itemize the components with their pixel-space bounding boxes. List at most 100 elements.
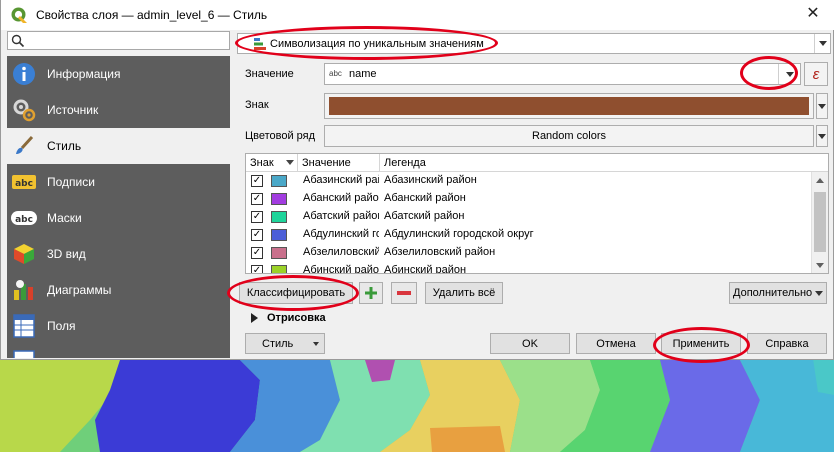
labels-badge-text: abc [15,179,33,189]
column-header-legend[interactable]: Легенда [380,154,812,172]
category-checkbox[interactable]: ✓ [251,211,263,223]
column-header-value[interactable]: Значение [298,154,380,172]
apply-button[interactable]: Применить [661,333,741,354]
scroll-up-icon[interactable] [816,178,824,183]
source-icon [11,97,37,123]
scroll-down-icon[interactable] [816,263,824,268]
category-value: Абанский район [303,192,379,204]
color-ramp-value: Random colors [532,130,606,142]
category-symbol-swatch[interactable] [271,175,287,187]
color-ramp-menu-button[interactable] [816,125,828,147]
plus-icon [365,287,377,299]
window-title: Свойства слоя — admin_level_6 — Стиль [36,8,268,22]
add-category-button[interactable] [359,282,383,304]
chevron-down-icon[interactable] [778,64,800,84]
sidebar-item-label: Информация [47,67,121,81]
category-checkbox[interactable]: ✓ [251,265,263,273]
sidebar-item-labels[interactable]: abc Подписи [7,164,230,200]
paintbrush-icon [11,133,37,159]
category-legend: Абазинский район [384,174,477,186]
close-icon[interactable]: ✕ [805,6,821,22]
color-ramp-button[interactable]: Random colors [324,125,814,147]
scrollbar-thumb[interactable] [814,192,826,252]
category-symbol-swatch[interactable] [271,229,287,241]
cancel-button[interactable]: Отмена [576,333,656,354]
categories-table: Знак Значение Легенда ✓ Абазинский район А… [245,153,829,274]
expression-button[interactable]: ε [804,62,828,86]
category-legend: Абдулинский городской округ [384,228,534,240]
table-row[interactable]: ✓ Абанский район Абанский район [246,190,812,208]
table-row[interactable]: ✓ Абатский район Абатский район [246,208,812,226]
search-input[interactable] [7,31,230,50]
remove-category-button[interactable] [391,282,417,304]
sidebar-item-label: Стиль [47,139,82,153]
value-label: Значение [245,68,294,80]
category-checkbox[interactable]: ✓ [251,175,263,187]
sidebar-item-label: Маски [47,211,82,225]
advanced-button[interactable]: Дополнительно [729,282,827,304]
ok-button[interactable]: OK [490,333,570,354]
sidebar-item-more[interactable] [7,344,230,358]
masks-badge-text: abc [15,215,33,225]
string-type-icon: abc [329,69,342,78]
category-legend: Абанский район [384,192,466,204]
symbol-label: Знак [245,99,269,111]
category-symbol-swatch[interactable] [271,265,287,273]
category-checkbox[interactable]: ✓ [251,247,263,259]
symbol-button[interactable] [324,93,814,119]
categorized-renderer-icon [254,38,266,50]
value-field-select[interactable]: abc name [324,63,801,85]
category-checkbox[interactable]: ✓ [251,193,263,205]
category-symbol-swatch[interactable] [271,247,287,259]
chevron-down-icon [818,103,826,109]
classify-button[interactable]: Классифицировать [239,282,353,304]
rendering-section-toggle[interactable]: Отрисовка [251,312,326,324]
qgis-logo-icon [11,7,27,23]
category-legend: Абинский район [384,264,467,274]
layer-properties-dialog: Свойства слоя — admin_level_6 — Стиль ✕ … [0,0,834,360]
symbol-menu-button[interactable] [816,93,828,119]
chevron-down-icon[interactable] [814,34,830,53]
help-button[interactable]: Справка [747,333,827,354]
category-checkbox[interactable]: ✓ [251,229,263,241]
color-ramp-label: Цветовой ряд [245,130,316,142]
table-row[interactable]: ✓ Абинский район Абинский район [246,262,812,274]
style-menu-button[interactable]: Стиль [245,333,325,354]
sidebar-item-masks[interactable]: abc Маски [7,200,230,236]
sidebar-item-label: Подписи [47,175,95,189]
sort-indicator-icon [286,160,294,165]
advanced-label: Дополнительно [733,287,813,299]
category-value: Абзелиловский район [303,246,379,258]
minus-icon [397,291,411,295]
sidebar-item-diagrams[interactable]: Диаграммы [7,272,230,308]
table-header: Знак Значение Легенда [246,154,828,172]
category-legend: Абзелиловский район [384,246,496,258]
delete-all-button[interactable]: Удалить всё [425,282,503,304]
sidebar-item-fields[interactable]: Поля [7,308,230,344]
sidebar-item-information[interactable]: Информация [7,56,230,92]
renderer-value: Символизация по уникальным значениям [270,38,484,50]
category-value: Абдулинский городской округ [303,228,379,240]
category-symbol-swatch[interactable] [271,211,287,223]
table-scrollbar[interactable] [811,172,828,273]
rendering-label: Отрисовка [267,312,326,324]
sidebar-item-style[interactable]: Стиль [7,128,230,164]
sidebar-item-3d-view[interactable]: 3D вид [7,236,230,272]
title-bar: Свойства слоя — admin_level_6 — Стиль ✕ [1,0,834,30]
sidebar-item-source[interactable]: Источник [7,92,230,128]
sidebar: Информация Источник Стиль abc Подписи ab… [7,56,230,358]
renderer-select[interactable]: Символизация по уникальным значениям [237,33,831,54]
sidebar-item-label: 3D вид [47,247,86,261]
category-value: Абатский район [303,210,379,222]
table-row[interactable]: ✓ Абазинский район Абазинский район [246,172,812,190]
expand-arrow-icon [251,313,258,323]
category-symbol-swatch[interactable] [271,193,287,205]
search-icon [11,34,25,48]
diagrams-icon [11,277,37,303]
value-field: name [349,68,377,80]
masks-icon: abc [11,205,37,231]
column-header-symbol[interactable]: Знак [246,154,298,172]
table-row[interactable]: ✓ Абдулинский городской округ Абдулинский … [246,226,812,244]
table-row[interactable]: ✓ Абзелиловский район Абзелиловский район [246,244,812,262]
sidebar-item-label: Поля [47,319,76,333]
